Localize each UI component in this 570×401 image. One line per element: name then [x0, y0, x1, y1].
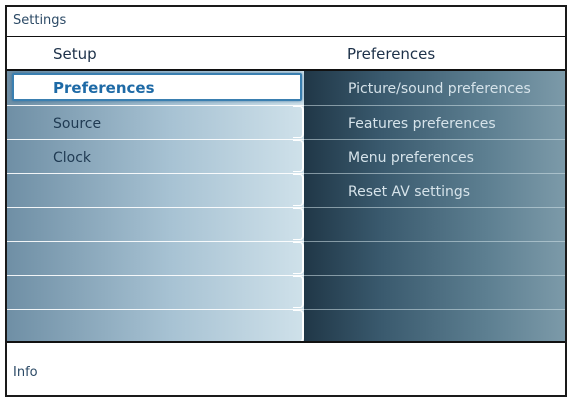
row-divider	[304, 207, 565, 208]
row-edge	[293, 106, 304, 138]
column-header-row: Setup Preferences	[7, 37, 565, 71]
menu-item-preferences-label: Preferences	[53, 79, 155, 97]
row-divider	[304, 139, 565, 140]
row-divider	[7, 207, 304, 208]
row-edge	[293, 140, 304, 172]
title-bar: Settings	[7, 7, 565, 37]
info-label: Info	[13, 365, 38, 380]
row-edge	[293, 310, 304, 342]
submenu-item-features[interactable]: Features preferences	[348, 116, 496, 132]
row-divider	[7, 173, 304, 174]
window-title: Settings	[13, 13, 67, 28]
left-column-header: Setup	[53, 45, 97, 63]
row-edge	[293, 242, 304, 274]
row-divider	[304, 275, 565, 276]
row-divider	[304, 241, 565, 242]
row-divider	[7, 139, 304, 140]
info-bar: Info	[7, 341, 565, 395]
submenu-item-picture-sound[interactable]: Picture/sound preferences	[348, 81, 531, 97]
row-divider	[7, 275, 304, 276]
preferences-submenu: Picture/sound preferences Features prefe…	[304, 71, 565, 341]
row-edge	[293, 174, 304, 206]
row-divider	[7, 105, 304, 106]
row-divider	[7, 241, 304, 242]
row-divider	[304, 173, 565, 174]
menu-item-preferences[interactable]: Preferences	[12, 73, 302, 101]
row-divider	[7, 309, 304, 310]
menu-item-source[interactable]: Source	[53, 116, 101, 132]
submenu-item-menu[interactable]: Menu preferences	[348, 150, 474, 166]
right-column-header: Preferences	[347, 45, 436, 63]
setup-menu: Source Clock	[7, 71, 304, 342]
row-divider	[304, 309, 565, 310]
row-edge	[293, 276, 304, 308]
submenu-item-reset-av[interactable]: Reset AV settings	[348, 184, 470, 200]
menu-item-clock[interactable]: Clock	[53, 150, 91, 166]
settings-window: Settings Setup Preferences Source Clock …	[5, 5, 567, 397]
row-edge	[293, 208, 304, 240]
row-divider	[304, 105, 565, 106]
